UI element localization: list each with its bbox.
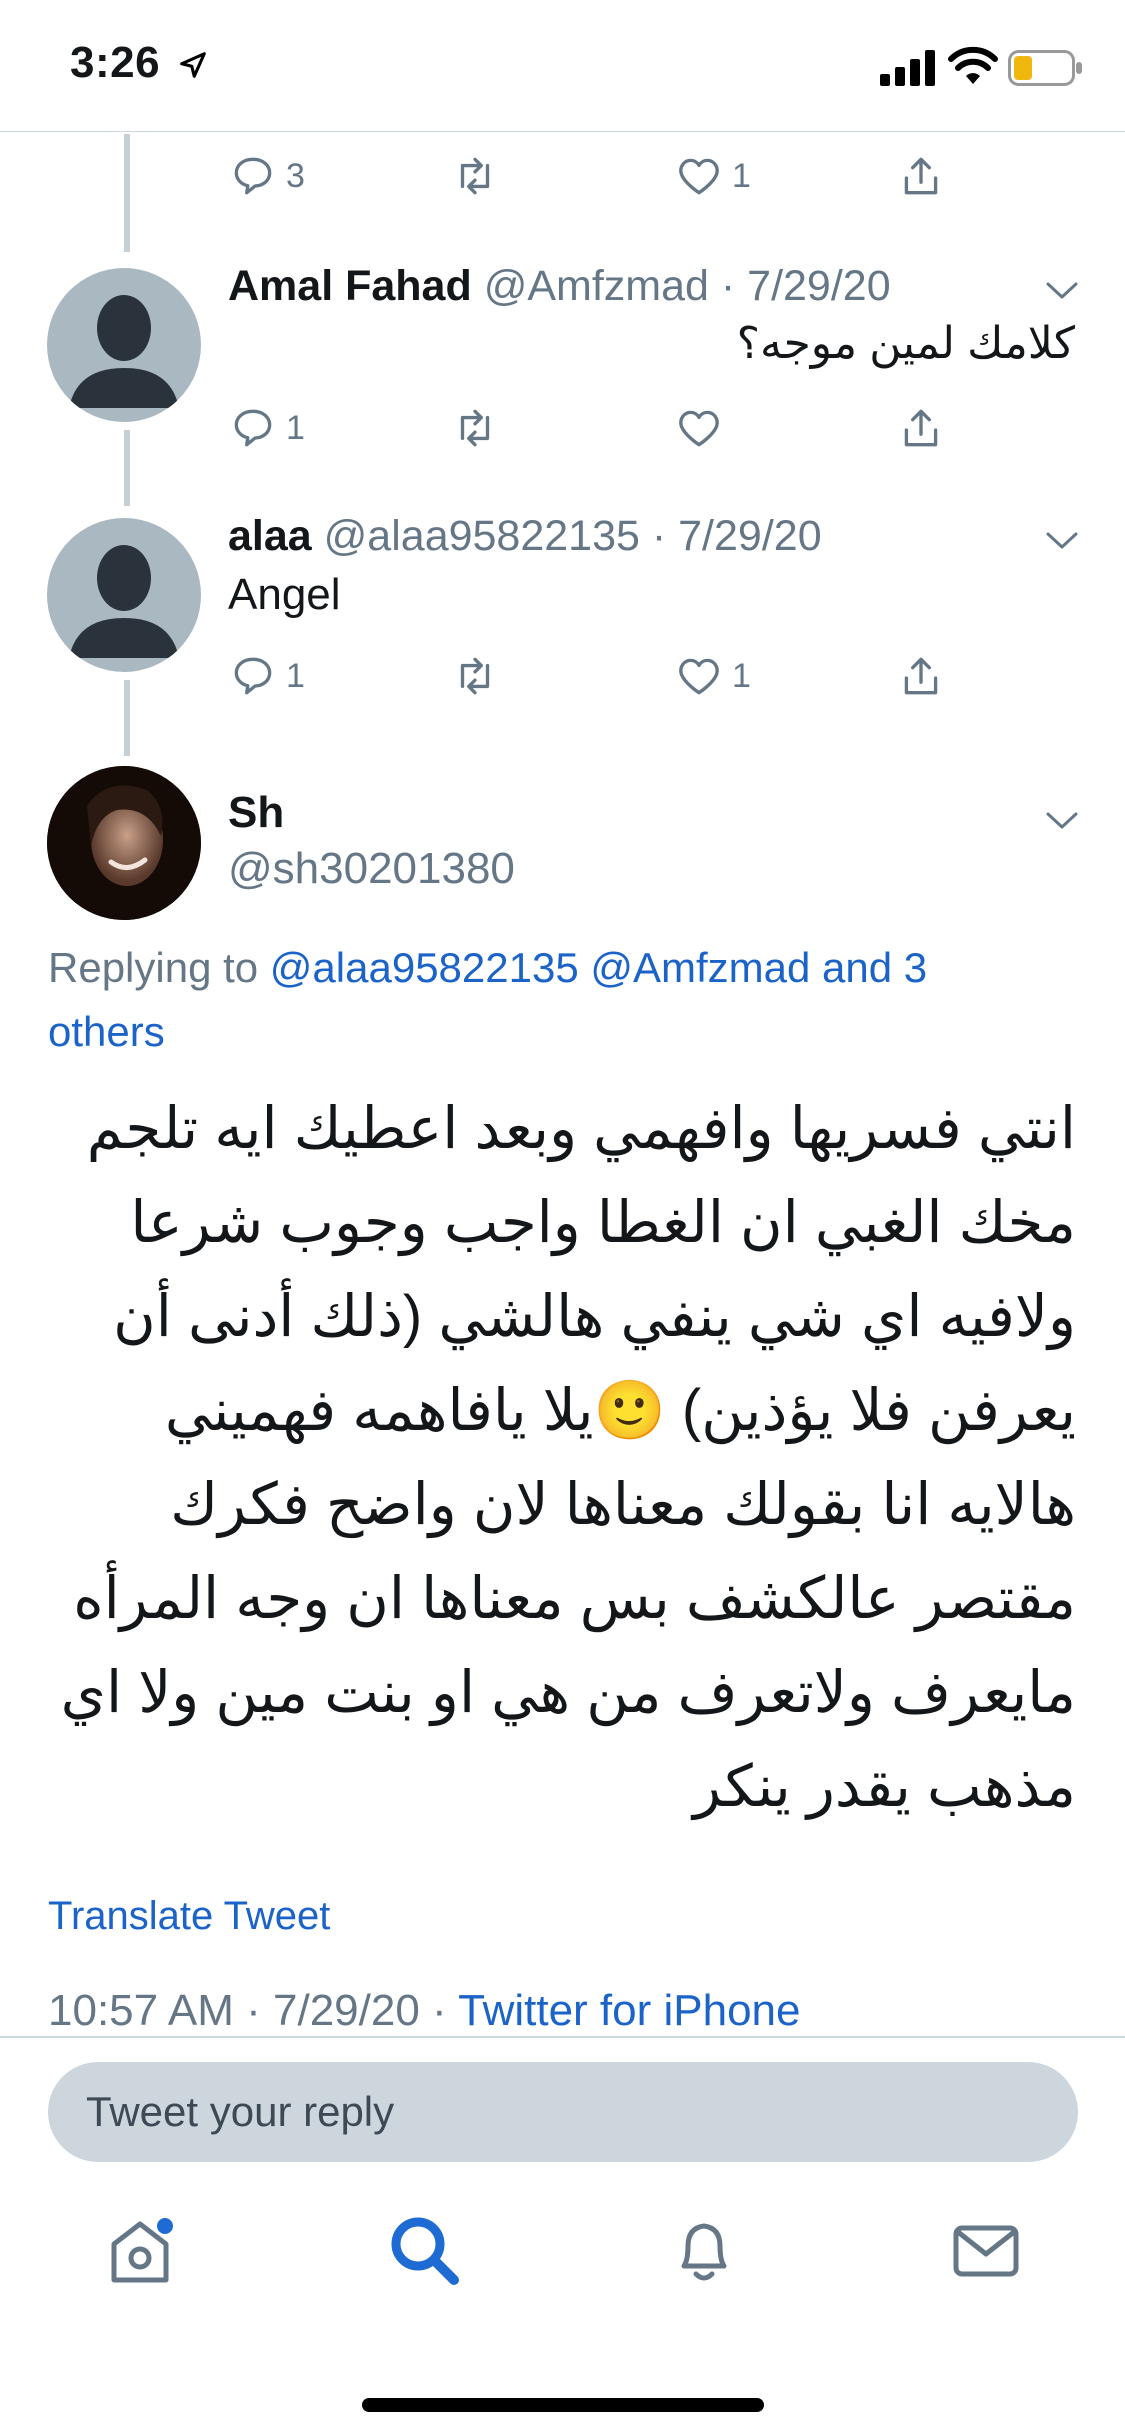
- author-handle[interactable]: @Amfzmad: [484, 262, 709, 310]
- reply-input[interactable]: [48, 2062, 1078, 2162]
- tweet-time: 10:57 AM · 7/29/20 ·: [48, 1986, 459, 2035]
- author-name[interactable]: Amal Fahad: [228, 262, 472, 310]
- home-indicator[interactable]: [362, 2398, 764, 2412]
- tweet-header: Amal Fahad @Amfzmad · 7/29/20: [228, 262, 891, 311]
- home-icon: [111, 2221, 169, 2283]
- replying-prefix: Replying to: [48, 944, 270, 991]
- messages-icon: [953, 2225, 1019, 2277]
- tab-home[interactable]: [100, 2210, 180, 2290]
- author-name[interactable]: Sh: [228, 788, 284, 838]
- tweet-date: · 7/29/20: [651, 512, 822, 560]
- default-avatar-icon: [69, 295, 179, 408]
- translate-tweet-link[interactable]: Translate Tweet: [48, 1894, 330, 1939]
- chevron-down-icon[interactable]: [1042, 526, 1082, 554]
- avatar[interactable]: [47, 518, 201, 672]
- like-button[interactable]: [674, 398, 724, 458]
- heart-icon: [679, 410, 719, 447]
- cellular-signal-icon: [880, 50, 935, 86]
- retweet-button[interactable]: [450, 646, 500, 706]
- default-avatar-icon: [69, 545, 179, 658]
- profile-photo-icon: [47, 766, 201, 920]
- share-icon: [904, 657, 938, 695]
- tab-search[interactable]: [384, 2210, 464, 2290]
- share-button[interactable]: [896, 398, 946, 458]
- tab-bar: [0, 2210, 1125, 2310]
- reply-button[interactable]: 1: [228, 646, 305, 706]
- tweet-actions: 3 1: [228, 146, 968, 206]
- retweet-button[interactable]: [450, 146, 500, 206]
- reply-button[interactable]: 3: [228, 146, 305, 206]
- avatar-photo[interactable]: [47, 766, 201, 920]
- heart-icon: [679, 158, 719, 195]
- share-icon: [904, 157, 938, 195]
- tweet-text: Angel: [228, 570, 341, 619]
- wifi-icon: [948, 46, 998, 84]
- heart-icon: [679, 658, 719, 695]
- share-icon: [904, 409, 938, 447]
- thread-line: [124, 680, 130, 756]
- tweet-text: انتي فسريها وافهمي وبعد اعطيك ايه تلجم م…: [60, 1096, 1076, 1819]
- status-bar: 3:26: [0, 0, 1125, 132]
- reply-composer[interactable]: [48, 2062, 1078, 2162]
- chevron-down-icon[interactable]: [1042, 276, 1082, 304]
- author-handle[interactable]: @alaa95822135: [324, 512, 640, 560]
- tweet-actions: 1 1: [228, 646, 968, 706]
- tweet-timestamp: 10:57 AM · 7/29/20 · Twitter for iPhone: [48, 1986, 801, 2036]
- retweet-icon: [460, 657, 490, 695]
- reply-button[interactable]: 1: [228, 398, 305, 458]
- tab-messages[interactable]: [946, 2210, 1026, 2290]
- divider: [0, 2036, 1125, 2038]
- tweet-date: · 7/29/20: [720, 262, 891, 310]
- status-time: 3:26: [70, 38, 161, 87]
- like-button[interactable]: 1: [674, 646, 751, 706]
- location-arrow-icon: [180, 52, 206, 78]
- battery-icon: [1008, 50, 1082, 86]
- reply-icon: [234, 657, 272, 695]
- author-handle[interactable]: @sh30201380: [228, 844, 515, 894]
- tab-notifications[interactable]: [664, 2210, 744, 2290]
- author-name[interactable]: alaa: [228, 512, 312, 560]
- replying-to: Replying to @alaa95822135 @Amfzmad and 3…: [48, 936, 1048, 1064]
- tweet-text: كلامك لمين موجه؟: [736, 319, 1075, 368]
- tweet-actions: 1: [228, 398, 968, 458]
- chevron-down-icon[interactable]: [1042, 806, 1082, 834]
- thread-line: [124, 134, 130, 252]
- reply-icon: [234, 157, 272, 195]
- retweet-button[interactable]: [450, 398, 500, 458]
- like-button[interactable]: 1: [674, 146, 751, 206]
- retweet-icon: [460, 409, 490, 447]
- reply-icon: [234, 409, 272, 447]
- share-button[interactable]: [896, 146, 946, 206]
- share-button[interactable]: [896, 646, 946, 706]
- tweet-header: alaa @alaa95822135 · 7/29/20: [228, 512, 822, 561]
- retweet-icon: [460, 157, 490, 195]
- search-icon: [391, 2217, 459, 2285]
- tweet-source-link[interactable]: Twitter for iPhone: [458, 1986, 800, 2035]
- thread-line: [124, 430, 130, 506]
- avatar[interactable]: [47, 268, 201, 422]
- notifications-icon: [681, 2223, 727, 2281]
